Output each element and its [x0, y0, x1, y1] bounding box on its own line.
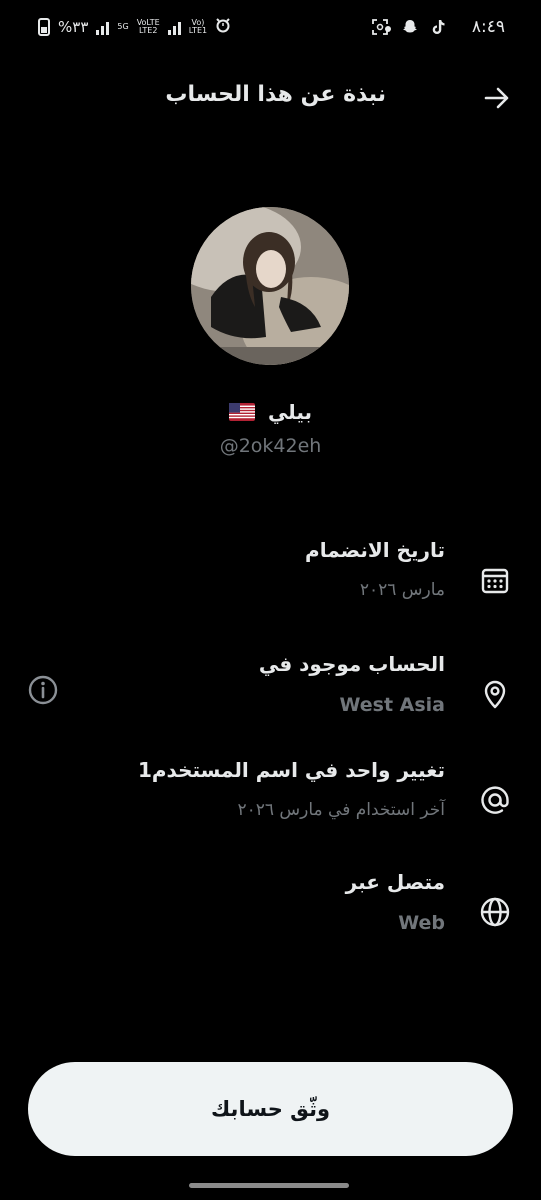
username-changes-row: تغيير واحد في اسم المستخدم1 آخر استخدام …: [20, 758, 515, 848]
status-left: %٣٣ 5G VoLTE LTE2 Vo) LTE1: [38, 17, 231, 37]
network-volte-indicator: VoLTE LTE2: [136, 18, 160, 35]
snapchat-icon: [401, 18, 419, 40]
joined-date-row: تاريخ الانضمام مارس ٢٠٢٦: [20, 538, 515, 628]
row-subtitle: West Asia: [339, 694, 445, 716]
display-name-line: بيلي: [0, 400, 541, 424]
back-button[interactable]: [481, 82, 513, 114]
info-icon[interactable]: [25, 672, 61, 708]
top-app-bar: نبذة عن هذا الحساب: [0, 70, 541, 126]
tiktok-icon: [431, 19, 445, 39]
network-lte1-indicator: Vo) LTE1: [188, 18, 208, 35]
page-title: نبذة عن هذا الحساب: [165, 82, 386, 107]
row-title: تغيير واحد في اسم المستخدم1: [137, 758, 445, 782]
battery-percent: %٣٣: [58, 18, 89, 36]
username-handle: @2ok42eh: [219, 435, 322, 457]
display-name: بيلي: [267, 400, 313, 424]
avatar-photo: [191, 207, 349, 365]
calendar-icon: [475, 560, 515, 600]
row-subtitle: آخر استخدام في مارس ٢٠٢٦: [237, 800, 445, 820]
location-pin-icon: [475, 674, 515, 714]
home-indicator[interactable]: [189, 1183, 349, 1188]
row-subtitle: Web: [398, 912, 445, 934]
us-flag-icon: [228, 403, 255, 421]
verify-account-button[interactable]: وثّق حسابك: [28, 1062, 513, 1156]
row-subtitle: مارس ٢٠٢٦: [359, 580, 445, 600]
account-location-row: الحساب موجود في West Asia: [20, 652, 515, 742]
row-title: الحساب موجود في: [258, 652, 445, 676]
alarm-icon: [215, 17, 231, 37]
signal-icon: [96, 19, 110, 35]
connected-via-row: متصل عبر Web: [20, 870, 515, 960]
notification-dot: [385, 26, 391, 32]
globe-icon: [475, 892, 515, 932]
network-5g-indicator: 5G: [117, 22, 129, 31]
at-sign-icon: [475, 780, 515, 820]
signal-icon-2: [167, 19, 181, 35]
row-title: متصل عبر: [345, 870, 445, 894]
status-time: ٨:٤٩: [471, 17, 505, 37]
status-bar: %٣٣ 5G VoLTE LTE2 Vo) LTE1 ٨:٤٩: [0, 0, 541, 60]
row-title: تاريخ الانضمام: [305, 538, 445, 562]
battery-icon: [38, 18, 50, 36]
avatar[interactable]: [191, 207, 349, 365]
status-notification-icons: [371, 18, 445, 40]
arrow-right-icon: [484, 87, 509, 109]
